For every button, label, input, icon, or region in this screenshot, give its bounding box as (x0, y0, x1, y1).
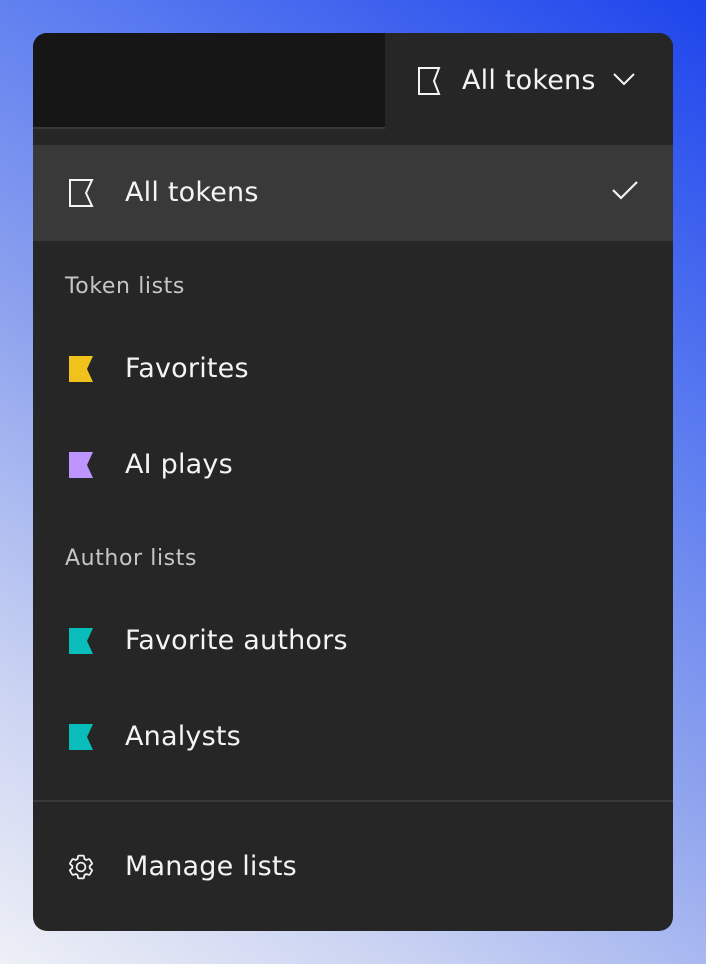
menu-item-all-tokens[interactable]: All tokens (33, 145, 673, 241)
menu-item-ai-plays[interactable]: AI plays (33, 417, 673, 513)
menu-item-label: AI plays (125, 449, 233, 480)
manage-lists-label: Manage lists (125, 851, 297, 882)
chevron-down-icon (613, 73, 635, 86)
menu-item-label: Favorite authors (125, 625, 348, 656)
section-title-author-lists: Author lists (33, 513, 673, 593)
flag-icon (69, 724, 93, 750)
flag-icon (69, 452, 93, 478)
section-title-text: Token lists (65, 274, 185, 299)
section-title-text: Author lists (65, 546, 198, 571)
menu-item-label: Analysts (125, 721, 241, 752)
flag-outline-icon (418, 67, 441, 95)
list-filter-dropdown: All tokens All tokens Token lists Favori… (33, 33, 673, 931)
flag-outline-icon (69, 179, 94, 207)
checkmark-icon (612, 181, 638, 200)
manage-lists-button[interactable]: Manage lists (33, 819, 673, 915)
flag-icon (69, 628, 93, 654)
menu-item-label: All tokens (125, 177, 259, 208)
menu-item-analysts[interactable]: Analysts (33, 689, 673, 785)
menu-gap (33, 129, 673, 145)
header-blank-area (33, 33, 385, 129)
menu-item-favorite-authors[interactable]: Favorite authors (33, 593, 673, 689)
menu-item-favorites[interactable]: Favorites (33, 321, 673, 417)
gear-icon (69, 854, 93, 880)
menu-divider (33, 800, 673, 802)
menu-item-label: Favorites (125, 353, 249, 384)
selected-list-label: All tokens (462, 65, 596, 96)
list-filter-trigger[interactable]: All tokens (385, 33, 673, 129)
flag-icon (69, 356, 93, 382)
section-title-token-lists: Token lists (33, 241, 673, 321)
dropdown-menu: All tokens Token lists Favorites AI play… (33, 145, 673, 785)
dropdown-header: All tokens (33, 33, 673, 129)
